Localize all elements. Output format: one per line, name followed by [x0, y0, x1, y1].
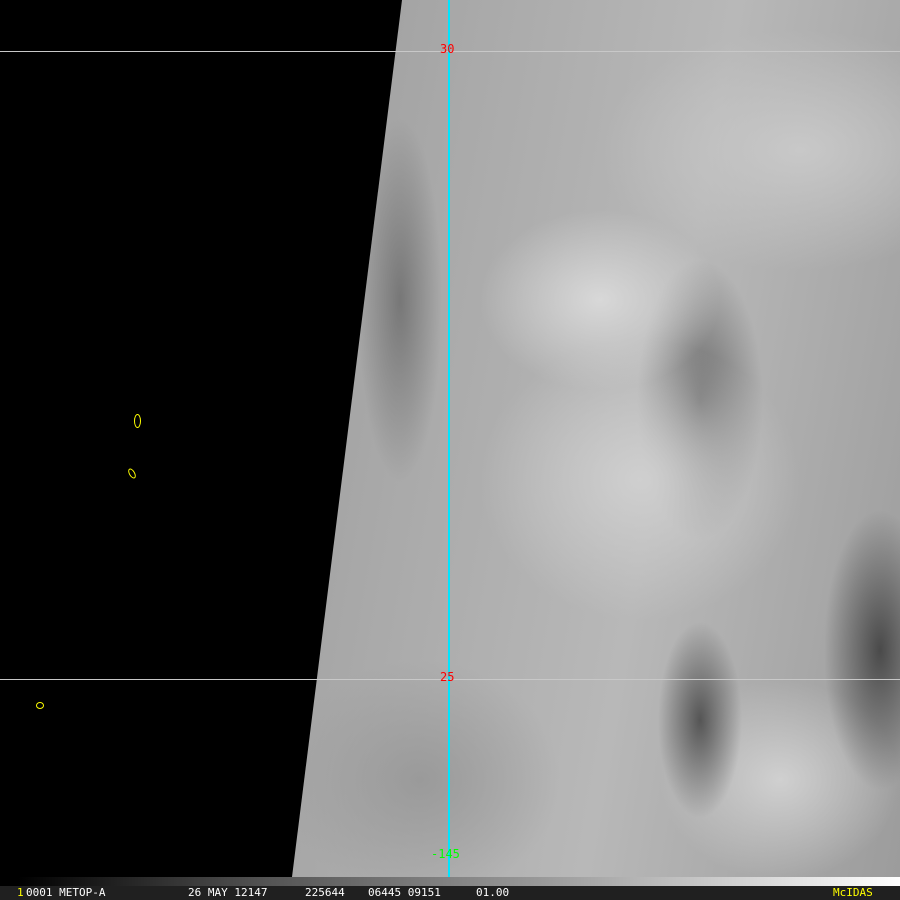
longitude-line-145 — [448, 0, 450, 877]
time: 225644 — [305, 886, 345, 899]
frame-number: 1 — [17, 886, 24, 899]
mcidas-brand: McIDAS — [833, 886, 873, 899]
satellite-image[interactable]: 30 25 -145 — [0, 0, 900, 877]
island-outline — [36, 702, 44, 709]
grayscale-bar — [0, 877, 900, 886]
island-outline — [126, 467, 138, 480]
cloud-swath — [292, 0, 900, 877]
latitude-label-30: 30 — [440, 42, 455, 56]
satellite-viewer: 30 25 -145 1 0001 METOP-A 26 MAY 12147 2… — [0, 0, 900, 900]
longitude-label: -145 — [431, 847, 460, 861]
status-bar: 1 0001 METOP-A 26 MAY 12147 225644 06445… — [0, 886, 900, 900]
line-element: 06445 09151 — [368, 886, 441, 899]
latitude-label-25: 25 — [440, 670, 455, 684]
satellite-name: 0001 METOP-A — [26, 886, 106, 899]
date: 26 MAY 12147 — [188, 886, 268, 899]
band: 01.00 — [476, 886, 510, 899]
island-outline — [134, 414, 141, 428]
